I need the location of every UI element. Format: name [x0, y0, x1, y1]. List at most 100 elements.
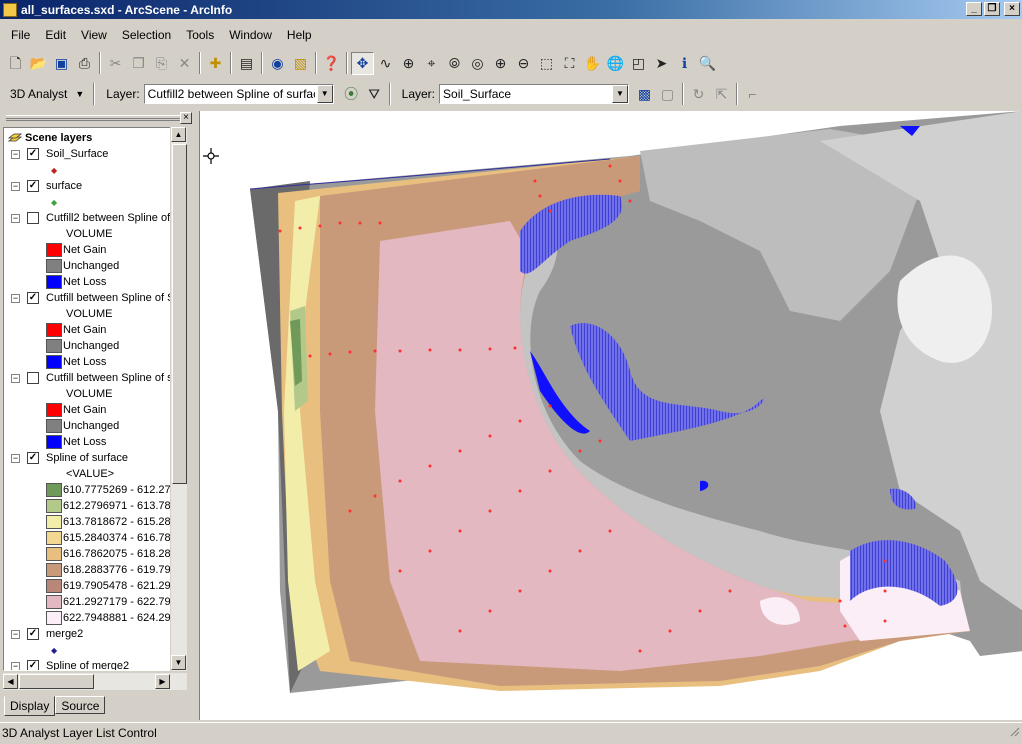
collapse-toggle-icon[interactable]: −	[11, 149, 20, 159]
select-features-tool[interactable]: ◰	[627, 52, 650, 75]
close-button[interactable]: ×	[1004, 2, 1020, 16]
layer-properties-button[interactable]: ▩	[633, 83, 656, 106]
toc-layer-row[interactable]: − ✓ surface	[4, 178, 176, 194]
class-color-swatch[interactable]	[46, 611, 62, 625]
class-label[interactable]: Unchanged	[63, 260, 119, 272]
class-label[interactable]: Net Loss	[63, 436, 106, 448]
close-icon[interactable]: ×	[180, 112, 192, 124]
add-data-button[interactable]: ✚	[204, 52, 227, 75]
restore-button[interactable]: ❐	[984, 2, 1000, 16]
zoom-in-tool[interactable]: ⊕	[489, 52, 512, 75]
scroll-down-button[interactable]: ▼	[171, 655, 186, 670]
toc-horizontal-scrollbar[interactable]: ◀ ▶	[3, 673, 187, 690]
dropdown-arrow-icon[interactable]: ▼	[316, 85, 333, 103]
toc-layer-row[interactable]: − ✓ merge2	[4, 626, 176, 642]
collapse-toggle-icon[interactable]: −	[11, 453, 20, 463]
menu-window[interactable]: Window	[219, 28, 277, 42]
collapse-toggle-icon[interactable]: −	[11, 213, 20, 223]
resize-grip-icon[interactable]	[1008, 725, 1020, 739]
arctoolbox-button[interactable]: ▧	[289, 52, 312, 75]
extrude-button[interactable]: ▢	[656, 83, 679, 106]
class-color-swatch[interactable]	[46, 499, 62, 513]
class-label[interactable]: Net Gain	[63, 244, 106, 256]
class-label[interactable]: Net Loss	[63, 276, 106, 288]
create-steepest-path-button[interactable]: ⛛	[363, 83, 386, 106]
scroll-thumb[interactable]	[172, 144, 187, 484]
align-button[interactable]: ⌐	[741, 83, 764, 106]
toc-vertical-scrollbar[interactable]: ▲ ▼	[170, 127, 187, 671]
layer-list[interactable]: Scene layers − ✓ Soil_Surface ◆ − ✓ surface ◆ − C…	[3, 127, 187, 671]
class-label[interactable]: Unchanged	[63, 340, 119, 352]
identify-tool[interactable]: ℹ	[673, 52, 696, 75]
toc-layer-row[interactable]: − Cutfill between Spline of s	[4, 370, 176, 386]
class-color-swatch[interactable]	[46, 339, 62, 353]
class-color-swatch[interactable]	[46, 515, 62, 529]
3d-analyst-menu[interactable]: 3D Analyst ▼	[0, 87, 90, 101]
point-symbol-icon[interactable]: ◆	[51, 198, 57, 207]
class-color-swatch[interactable]	[46, 547, 62, 561]
menu-tools[interactable]: Tools	[176, 28, 219, 42]
layer-visibility-checkbox[interactable]	[27, 212, 39, 224]
layer-name[interactable]: Soil_Surface	[46, 148, 108, 160]
class-label[interactable]: Net Gain	[63, 324, 106, 336]
collapse-toggle-icon[interactable]: −	[11, 181, 20, 191]
menu-help[interactable]: Help	[277, 28, 317, 42]
analyst-layer-select[interactable]: Cutfill2 between Spline of surfaceSp ▼	[143, 84, 334, 104]
collapse-toggle-icon[interactable]: −	[11, 661, 20, 670]
full-extent-globe-button[interactable]: 🌐	[604, 52, 627, 75]
terrain-surface-render[interactable]	[200, 111, 1022, 720]
toc-layer-row[interactable]: − ✓ Spline of merge2	[4, 658, 176, 670]
print-button[interactable]: ⎙	[73, 52, 96, 75]
toc-layer-row[interactable]: − ✓ Cutfill between Spline of S	[4, 290, 176, 306]
class-label[interactable]: Net Loss	[63, 356, 106, 368]
rotate-button[interactable]: ↻	[687, 83, 710, 106]
class-color-swatch[interactable]	[46, 595, 62, 609]
tab-source[interactable]: Source	[55, 696, 106, 714]
narrow-fov-button[interactable]: ⬚	[535, 52, 558, 75]
layer-name[interactable]: Cutfill2 between Spline of	[46, 212, 170, 224]
toc-toggle-button[interactable]: ▤	[235, 52, 258, 75]
panel-grip[interactable]	[6, 115, 181, 121]
class-color-swatch[interactable]	[46, 419, 62, 433]
class-label[interactable]: 621.2927179 - 622.79	[63, 596, 171, 608]
class-label[interactable]: 612.2796971 - 613.78	[63, 500, 171, 512]
menu-view[interactable]: View	[71, 28, 112, 42]
copy-button[interactable]: ❐	[127, 52, 150, 75]
select-elements-tool[interactable]: ➤	[650, 52, 673, 75]
new-button[interactable]: 🗋	[4, 52, 27, 75]
layer-visibility-checkbox[interactable]: ✓	[27, 660, 39, 670]
full-extent-button[interactable]: ⛶	[558, 52, 581, 75]
navigate-tool[interactable]: ✥	[351, 51, 374, 75]
layer-name[interactable]: Spline of merge2	[46, 660, 129, 670]
delete-button[interactable]: ✕	[173, 52, 196, 75]
edit-layer-select[interactable]: Soil_Surface ▼	[439, 84, 630, 104]
class-color-swatch[interactable]	[46, 403, 62, 417]
layer-name[interactable]: Spline of surface	[46, 452, 128, 464]
class-label[interactable]: Unchanged	[63, 420, 119, 432]
layer-visibility-checkbox[interactable]: ✓	[27, 180, 39, 192]
save-button[interactable]: ▣	[50, 52, 73, 75]
class-label[interactable]: 615.2840374 - 616.78	[63, 532, 171, 544]
zoom-in-out-tool[interactable]: ⊕	[397, 52, 420, 75]
scroll-thumb[interactable]	[19, 674, 94, 689]
class-label[interactable]: 616.7862075 - 618.28	[63, 548, 171, 560]
toc-layer-row[interactable]: − ✓ Spline of surface	[4, 450, 176, 466]
class-color-swatch[interactable]	[46, 259, 62, 273]
class-label[interactable]: 610.7775269 - 612.27	[63, 484, 171, 496]
point-symbol-icon[interactable]: ◆	[51, 646, 57, 655]
paste-button[interactable]: ⎘	[150, 52, 173, 75]
class-label[interactable]: 618.2883776 - 619.79	[63, 564, 171, 576]
class-color-swatch[interactable]	[46, 275, 62, 289]
layer-name[interactable]: Cutfill between Spline of s	[46, 372, 173, 384]
find-tool[interactable]: 🔍	[696, 52, 719, 75]
menu-edit[interactable]: Edit	[35, 28, 71, 42]
arccatalog-button[interactable]: ◉	[266, 52, 289, 75]
layer-visibility-checkbox[interactable]: ✓	[27, 148, 39, 160]
collapse-toggle-icon[interactable]: −	[11, 629, 20, 639]
cut-button[interactable]: ✂	[104, 52, 127, 75]
class-color-swatch[interactable]	[46, 563, 62, 577]
class-color-swatch[interactable]	[46, 435, 62, 449]
layer-visibility-checkbox[interactable]: ✓	[27, 628, 39, 640]
zoom-out-tool[interactable]: ⊖	[512, 52, 535, 75]
class-label[interactable]: 622.7948881 - 624.29	[63, 612, 171, 624]
